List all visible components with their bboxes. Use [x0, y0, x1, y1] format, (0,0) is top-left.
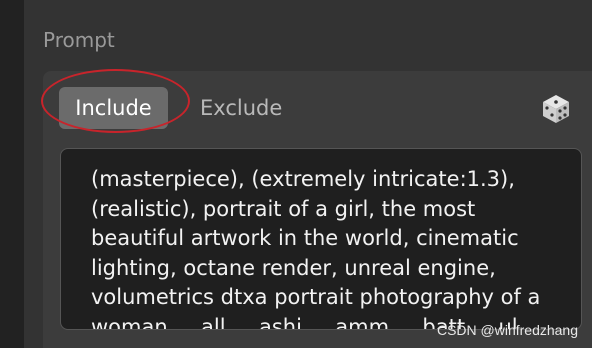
left-rail	[0, 0, 24, 348]
dice-icon[interactable]	[540, 93, 572, 125]
tab-exclude[interactable]: Exclude	[200, 87, 290, 129]
watermark: CSDN @winfredzhang	[436, 322, 578, 338]
prompt-text: (masterpiece), (extremely intricate:1.3)…	[91, 167, 541, 330]
section-label-prompt: Prompt	[43, 28, 115, 52]
tab-include[interactable]: Include	[59, 87, 168, 129]
prompt-textarea[interactable]: (masterpiece), (extremely intricate:1.3)…	[60, 148, 582, 330]
